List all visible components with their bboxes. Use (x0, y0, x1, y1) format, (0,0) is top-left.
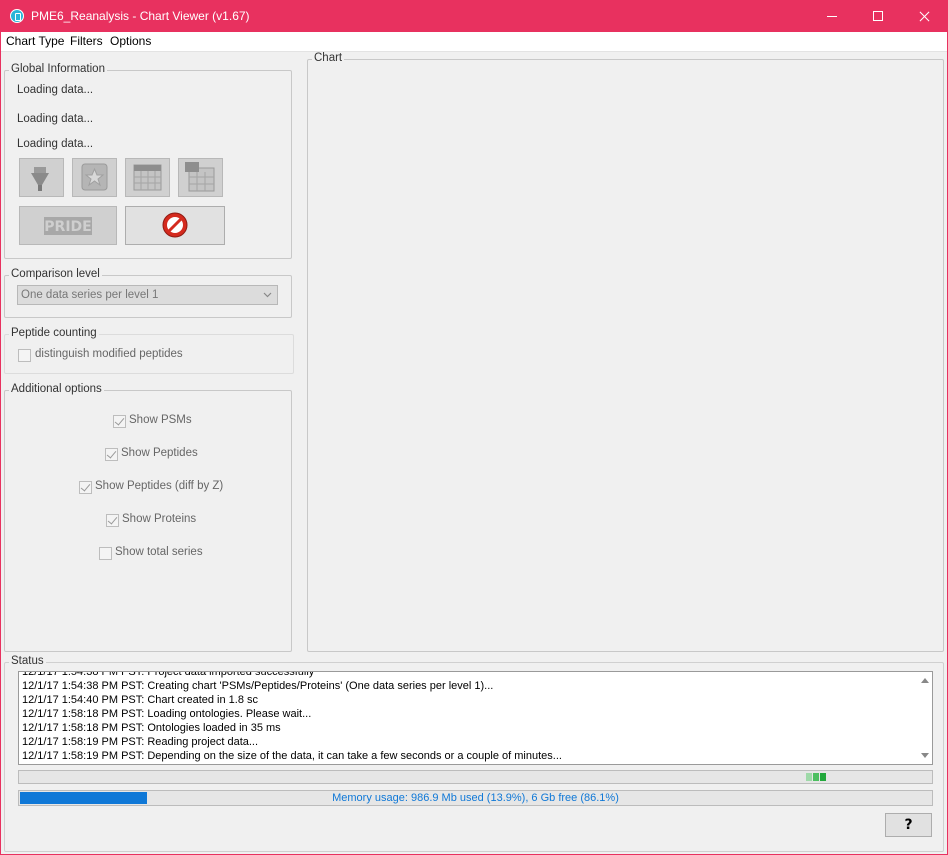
memory-usage-text: Memory usage: 986.9 Mb used (13.9%), 6 G… (332, 792, 619, 804)
chart-panel: Chart (307, 52, 944, 652)
no-entry-icon (162, 212, 188, 238)
maximize-icon (873, 11, 883, 21)
window-title: PME6_Reanalysis - Chart Viewer (v1.67) (31, 9, 250, 23)
calendar-icon (133, 164, 162, 191)
chevron-down-icon (263, 292, 272, 298)
global-information-legend: Global Information (9, 63, 107, 75)
show-peptides-diff-z-label: Show Peptides (diff by Z) (95, 480, 224, 492)
star-button[interactable] (72, 158, 117, 197)
close-button[interactable] (901, 1, 947, 32)
status-log[interactable]: 12/1/17 1:54:38 PM PST: Project data imp… (18, 671, 933, 765)
activity-progress-bar (18, 770, 933, 784)
peptide-counting-panel: Peptide counting distinguish modified pe… (4, 327, 294, 374)
chart-legend: Chart (312, 52, 345, 64)
comparison-level-legend: Comparison level (9, 268, 102, 280)
calendar-grid-button[interactable] (178, 158, 223, 197)
show-peptides-label: Show Peptides (121, 447, 198, 459)
progress-chunk (820, 773, 826, 781)
show-peptides-checkbox[interactable] (105, 448, 118, 461)
menu-chart-type[interactable]: Chart Type (6, 34, 64, 48)
comparison-level-panel: Comparison level One data series per lev… (4, 268, 292, 318)
menu-bar: Chart Type Filters Options (1, 32, 947, 52)
show-peptides-diff-z-checkbox[interactable] (79, 481, 92, 494)
comparison-level-select[interactable]: One data series per level 1 (17, 285, 278, 305)
log-scrollbar[interactable] (918, 672, 932, 764)
minimize-button[interactable] (809, 1, 855, 32)
maximize-button[interactable] (855, 1, 901, 32)
status-panel: Status 12/1/17 1:54:38 PM PST: Project d… (4, 655, 944, 852)
star-icon (81, 163, 108, 191)
pride-label: PRIDE (44, 219, 91, 235)
calendar-button[interactable] (125, 158, 170, 197)
log-line: 12/1/17 1:54:40 PM PST: Chart created in… (22, 694, 259, 706)
distinguish-modified-label: distinguish modified peptides (35, 348, 183, 360)
show-psms-label: Show PSMs (129, 414, 192, 426)
filter-icon (31, 167, 49, 191)
show-proteins-checkbox[interactable] (106, 514, 119, 527)
log-line: 12/1/17 1:58:18 PM PST: Loading ontologi… (22, 708, 312, 720)
log-line: 12/1/17 1:54:38 PM PST: Creating chart '… (22, 680, 494, 692)
chart-viewer-window: PME6_Reanalysis - Chart Viewer (v1.67) C… (0, 0, 948, 855)
memory-usage-bar: Memory usage: 986.9 Mb used (13.9%), 6 G… (18, 790, 933, 806)
peptide-counting-legend: Peptide counting (9, 327, 99, 339)
show-total-series-label: Show total series (115, 546, 203, 558)
calendar-grid-icon (185, 162, 215, 192)
pride-button[interactable]: PRIDE (19, 206, 117, 245)
menu-filters[interactable]: Filters (70, 34, 103, 48)
loading-text-2: Loading data... (17, 113, 94, 125)
minimize-icon (827, 16, 837, 17)
app-icon (10, 9, 24, 23)
pride-logo: PRIDE (44, 217, 92, 235)
progress-chunk (813, 773, 819, 781)
cancel-button[interactable] (125, 206, 225, 245)
scroll-down-icon[interactable] (921, 753, 929, 758)
global-information-panel: Global Information Loading data... Loadi… (4, 63, 292, 259)
log-line: 12/1/17 1:58:19 PM PST: Reading project … (22, 736, 259, 748)
menu-options[interactable]: Options (110, 34, 151, 48)
additional-options-panel: Additional options Show PSMs Show Peptid… (4, 383, 292, 652)
log-line: 12/1/17 1:54:38 PM PST: Project data imp… (22, 671, 315, 678)
show-total-series-checkbox[interactable] (99, 547, 112, 560)
progress-chunk (806, 773, 812, 781)
filter-button[interactable] (19, 158, 64, 197)
help-button[interactable]: ? (885, 813, 932, 837)
comparison-level-value: One data series per level 1 (21, 289, 159, 301)
distinguish-modified-checkbox[interactable] (18, 349, 31, 362)
loading-text-1: Loading data... (17, 84, 94, 96)
log-line: 12/1/17 1:58:19 PM PST: Depending on the… (22, 750, 562, 762)
loading-text-3: Loading data... (17, 138, 94, 150)
scroll-up-icon[interactable] (921, 678, 929, 683)
status-legend: Status (9, 655, 46, 667)
title-bar: PME6_Reanalysis - Chart Viewer (v1.67) (1, 1, 947, 32)
log-lines: 12/1/17 1:54:38 PM PST: Project data imp… (22, 671, 912, 763)
show-psms-checkbox[interactable] (113, 415, 126, 428)
log-line: 12/1/17 1:58:18 PM PST: Ontologies loade… (22, 722, 281, 734)
additional-options-legend: Additional options (9, 383, 104, 395)
show-proteins-label: Show Proteins (122, 513, 197, 525)
